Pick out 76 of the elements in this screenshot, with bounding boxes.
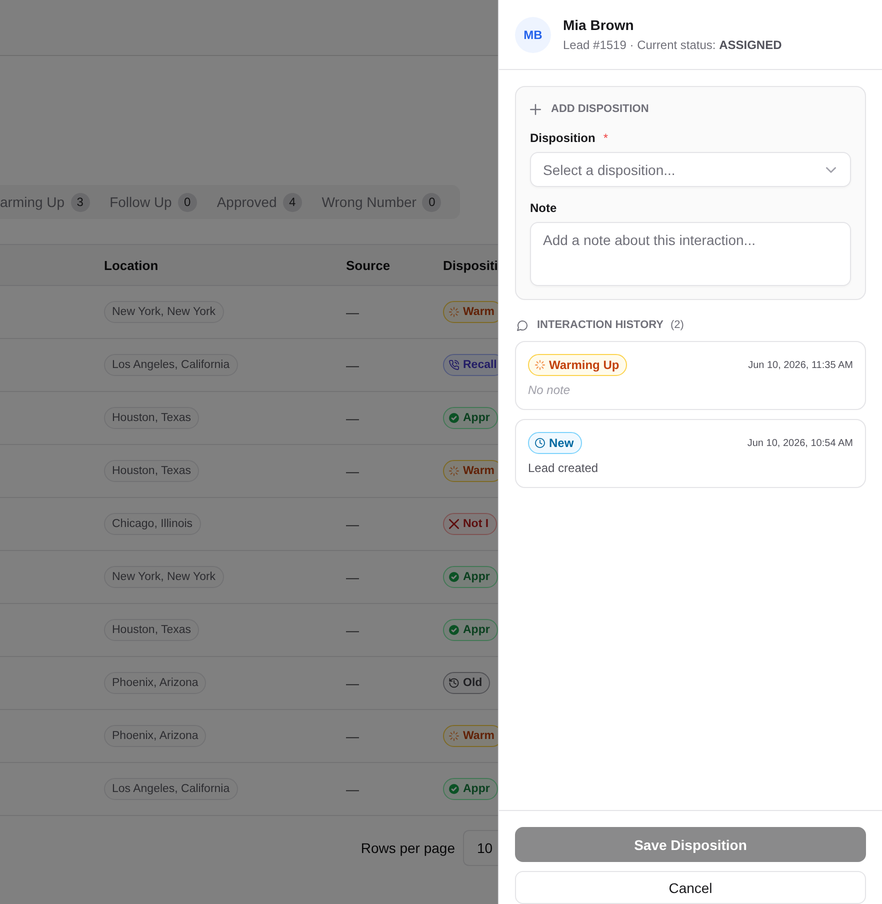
entry-note: No note xyxy=(528,382,572,398)
column-header: Source xyxy=(346,258,390,272)
location-tag: New York, New York xyxy=(104,301,224,323)
source-value: — xyxy=(346,782,359,796)
cross-icon xyxy=(449,519,459,529)
plus-icon xyxy=(530,104,541,114)
status-label: Recall xyxy=(463,359,497,371)
count-badge: 4 xyxy=(282,192,302,212)
status-label: Warm xyxy=(463,465,495,477)
chat-bubble-icon xyxy=(517,320,528,330)
filter-tab[interactable]: Approved 4 xyxy=(206,188,312,216)
spinner-icon xyxy=(535,360,545,370)
phone-icon xyxy=(449,360,459,370)
section-title: INTERACTION HISTORY xyxy=(537,318,664,333)
section-title: ADD DISPOSITION xyxy=(551,102,649,117)
status-label: Warming Up xyxy=(549,358,620,372)
source-value: — xyxy=(346,516,359,532)
note-field[interactable]: Add a note about this interaction... xyxy=(530,222,851,286)
lead-name: Mia Brown xyxy=(563,16,635,34)
column-header: Dispositi xyxy=(443,258,498,272)
status-label: Old xyxy=(463,677,482,689)
status-label: Warm xyxy=(463,730,495,742)
location-tag: Los Angeles, California xyxy=(104,778,238,800)
location-tag: Phoenix, Arizona xyxy=(104,725,206,747)
source-value: — xyxy=(346,464,359,478)
location-tag: Phoenix, Arizona xyxy=(104,672,206,694)
entry-note: Lead created xyxy=(528,460,600,476)
count-badge: 0 xyxy=(422,192,442,212)
spinner-icon xyxy=(449,466,459,476)
source-value: — xyxy=(346,358,359,372)
status-label: Appr xyxy=(463,571,490,583)
location-tag: Chicago, Illinois xyxy=(104,513,201,535)
count-badge: 0 xyxy=(178,192,197,212)
status-label: Warm xyxy=(463,306,495,318)
count-badge: 3 xyxy=(70,192,90,212)
rows-per-page-select[interactable]: 10 xyxy=(463,830,498,866)
source-value: — xyxy=(346,622,359,638)
location-tag: Houston, Texas xyxy=(104,619,200,641)
lead-subtitle: Lead #1519 · Current status: ASSIGNED xyxy=(563,37,782,53)
rows-per-page-label: Rows per page xyxy=(360,840,455,856)
source-value: — xyxy=(346,570,359,584)
cancel-button[interactable]: Cancel xyxy=(515,871,866,904)
location-tag: New York, New York xyxy=(104,566,224,588)
status-label: Appr xyxy=(463,412,490,424)
required-mark: * xyxy=(603,130,608,147)
timestamp: Jun 10, 2026, 11:35 AM xyxy=(748,360,853,370)
source-value: — xyxy=(346,728,359,744)
check-circle-icon xyxy=(449,413,459,423)
history-icon xyxy=(449,678,459,688)
check-circle-icon xyxy=(449,572,459,582)
filter-tab[interactable]: arming Up 3 xyxy=(0,188,100,216)
location-tag: Houston, Texas xyxy=(104,407,200,429)
disposition-select[interactable]: Select a disposition... xyxy=(530,152,851,187)
field-label: Disposition xyxy=(530,130,596,147)
status-label: Appr xyxy=(463,624,490,636)
history-count: (2) xyxy=(670,318,684,333)
filter-tab[interactable]: Follow Up 0 xyxy=(100,188,207,216)
avatar-initials: MB xyxy=(515,17,551,53)
source-value: — xyxy=(346,410,359,426)
source-value: — xyxy=(346,676,359,690)
column-header: Location xyxy=(104,258,158,272)
status-label: Not I xyxy=(463,518,489,530)
filter-tab[interactable]: Wrong Number 0 xyxy=(312,188,452,216)
status-label: Appr xyxy=(463,783,490,795)
timestamp: Jun 10, 2026, 10:54 AM xyxy=(747,438,853,448)
chevron-down-icon xyxy=(826,167,836,173)
check-circle-icon xyxy=(449,625,459,635)
source-value: — xyxy=(346,304,359,320)
clock-icon xyxy=(535,438,545,448)
spinner-icon xyxy=(449,731,459,741)
spinner-icon xyxy=(449,307,459,317)
location-tag: Houston, Texas xyxy=(104,460,200,482)
field-label: Note xyxy=(530,200,557,217)
status-label: New xyxy=(549,436,574,450)
location-tag: Los Angeles, California xyxy=(104,354,238,376)
check-circle-icon xyxy=(449,784,459,794)
